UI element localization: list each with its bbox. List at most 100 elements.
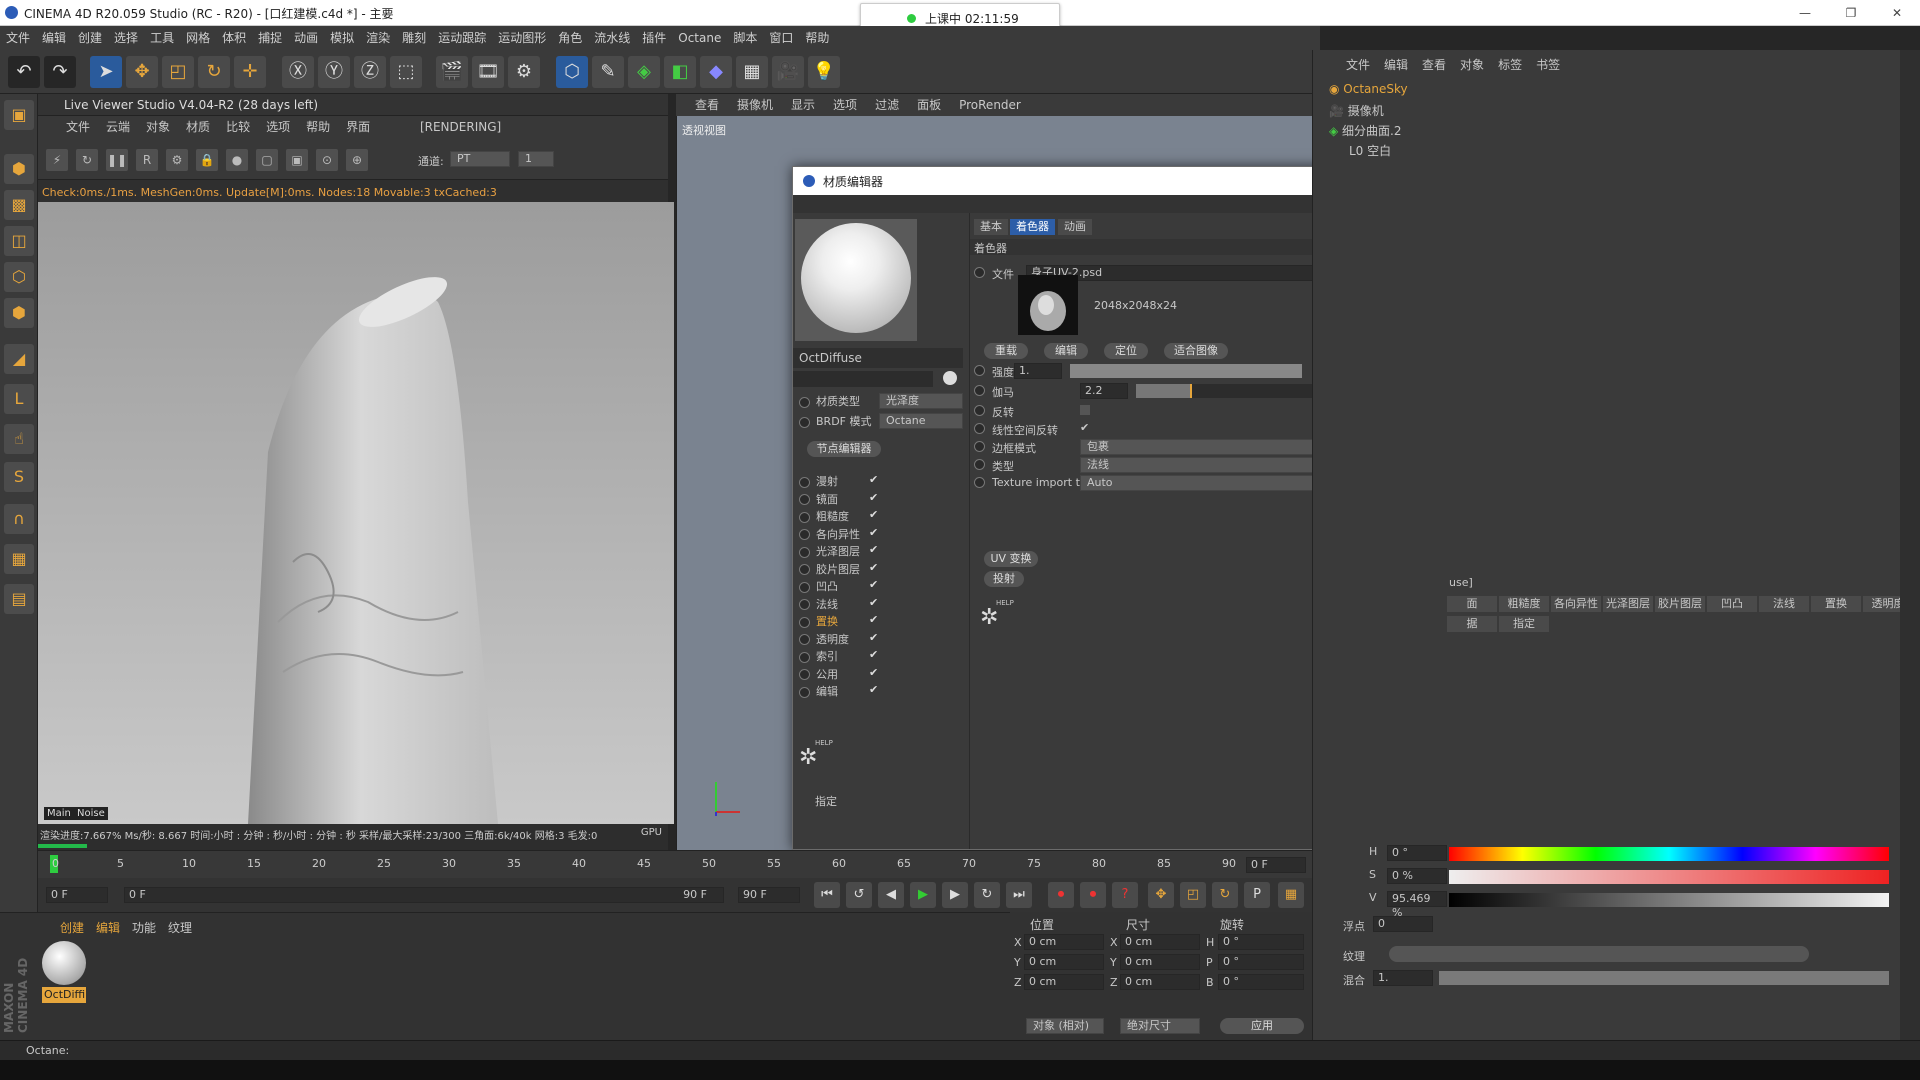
first-frame-icon[interactable]: ⏮ [814,882,840,908]
check-icon[interactable]: ✔ [869,683,878,696]
texture-mode-icon[interactable]: ▩ [4,190,34,220]
menu-item[interactable]: 体积 [216,26,252,50]
vp-menu-item[interactable]: 摄像机 [728,94,782,116]
radio-icon[interactable] [799,651,810,663]
check-icon[interactable]: ✔ [869,631,878,644]
menu-item[interactable]: 创建 [72,26,108,50]
check-icon[interactable]: ✔ [869,491,878,504]
matmgr-menu-item[interactable]: 创建 [60,921,96,935]
undo-icon[interactable]: ↶ [8,56,40,88]
vp-menu-item[interactable]: 查看 [686,94,728,116]
radio-icon[interactable] [799,669,810,680]
menu-item[interactable]: 帮助 [799,26,835,50]
pick-icon[interactable]: ⊙ [316,149,338,171]
cube-icon[interactable]: ⬡ [556,56,588,88]
radio-icon[interactable] [974,404,985,416]
tweak-icon[interactable]: ☝ [4,424,34,454]
material-swatch[interactable] [42,941,86,985]
channel-row[interactable]: 置换 ✔ [799,613,969,629]
attr-tab[interactable]: 各向异性 [1551,596,1601,612]
menu-item[interactable]: 运动图形 [492,26,552,50]
end-frame-field[interactable]: 90 F [738,887,800,903]
channel-filter[interactable] [793,371,933,387]
channel-row[interactable]: 索引 ✔ [799,648,969,664]
channel-row[interactable]: 光泽图层 ✔ [799,543,969,559]
pause-icon[interactable]: ❚❚ [106,149,128,171]
next-key-icon[interactable]: ↻ [974,882,1000,908]
lv-menu-item[interactable]: 材质 [178,116,218,138]
workplane-icon[interactable]: ◫ [4,226,34,256]
matmgr-menu-item[interactable]: 编辑 [96,921,132,935]
saturation-field[interactable]: 0 % [1387,868,1447,884]
lv-menu-item[interactable]: 界面 [338,116,378,138]
lv-menu-item[interactable]: 帮助 [298,116,338,138]
check-icon[interactable]: ✔ [869,561,878,574]
minimize-icon[interactable]: — [1782,0,1828,26]
matmgr-menu-item[interactable]: 纹理 [168,921,192,935]
channel-row[interactable]: 漫射 ✔ [799,473,969,489]
lv-menu-item[interactable]: 云端 [98,116,138,138]
menu-item[interactable]: 选择 [108,26,144,50]
check-icon[interactable]: ✔ [869,666,878,679]
lock-icon[interactable]: 🔒 [196,149,218,171]
radio-icon[interactable] [799,686,810,698]
check-icon[interactable]: ✔ [869,648,878,661]
check-icon[interactable]: ✔ [869,508,878,521]
y-lock-icon[interactable]: Ⓨ [318,56,350,88]
object-row[interactable]: L0 空白 [1349,142,1391,160]
object-row[interactable]: ◈ 细分曲面.2 [1329,122,1402,140]
light-icon[interactable]: 💡 [808,56,840,88]
attr-tab[interactable]: 胶片图层 [1655,596,1705,612]
radio-icon[interactable] [974,458,985,470]
position-field[interactable]: 0 cm [1024,974,1104,990]
size-field[interactable]: 0 cm [1120,934,1200,950]
mix-slider[interactable] [1439,971,1889,985]
value-field[interactable]: 95.469 % [1387,891,1447,919]
lv-menu-item[interactable]: 对象 [138,116,178,138]
position-field[interactable]: 0 cm [1024,954,1104,970]
tab-animation[interactable]: 动画 [1058,219,1092,235]
radio-icon[interactable] [799,634,810,645]
attr-tab[interactable]: 置换 [1811,596,1861,612]
scale-icon[interactable]: ◰ [162,56,194,88]
region-icon[interactable]: R [136,149,158,171]
lv-menu-item[interactable]: 文件 [58,116,98,138]
object-row[interactable]: 🎥 摄像机 [1329,102,1384,120]
rotation-field[interactable]: 0 ° [1218,934,1304,950]
pen-icon[interactable]: ✎ [592,56,624,88]
texture-slot[interactable] [1389,946,1809,962]
hue-slider[interactable] [1449,847,1889,861]
refresh-icon[interactable]: ↻ [76,149,98,171]
lv-menu-item[interactable]: 比较 [218,116,258,138]
auto-key-icon[interactable]: ⏺ [1080,882,1106,908]
menu-item[interactable]: 流水线 [588,26,636,50]
channel-row[interactable]: 镜面 ✔ [799,491,969,507]
radio-icon[interactable] [799,564,810,575]
x-lock-icon[interactable]: Ⓧ [282,56,314,88]
channel-row[interactable]: 透明度 ✔ [799,631,969,647]
apply-button[interactable]: 应用 [1220,1018,1304,1034]
radio-icon[interactable] [974,364,985,376]
radio-icon[interactable] [799,546,810,558]
radio-icon[interactable] [799,396,810,408]
vp-menu-item[interactable]: 显示 [782,94,824,116]
magnet-icon[interactable]: ∩ [4,504,34,534]
axis-icon[interactable]: ✛ [234,56,266,88]
objmgr-menu-item[interactable]: 书签 [1529,54,1567,76]
material-type-select[interactable]: 光泽度 [879,393,963,409]
check-icon[interactable]: ✔ [869,613,878,626]
redo-icon[interactable]: ↷ [44,56,76,88]
intensity-field[interactable]: 1. [1014,363,1062,379]
prev-frame-icon[interactable]: ◀ [878,882,904,908]
channel-number[interactable]: 1 [518,151,554,167]
coord-icon[interactable]: ⬚ [390,56,422,88]
radio-icon[interactable] [974,266,985,278]
radio-icon[interactable] [799,529,810,540]
tab-shader[interactable]: 着色器 [1010,219,1055,235]
bolt-icon[interactable]: ⚡ [46,149,68,171]
key-move-icon[interactable]: ✥ [1148,882,1174,908]
channel-row[interactable]: 凹凸 ✔ [799,578,969,594]
intensity-slider[interactable] [1070,364,1302,378]
channel-select[interactable]: PT [450,151,510,167]
check-icon[interactable]: ✔ [869,473,878,486]
